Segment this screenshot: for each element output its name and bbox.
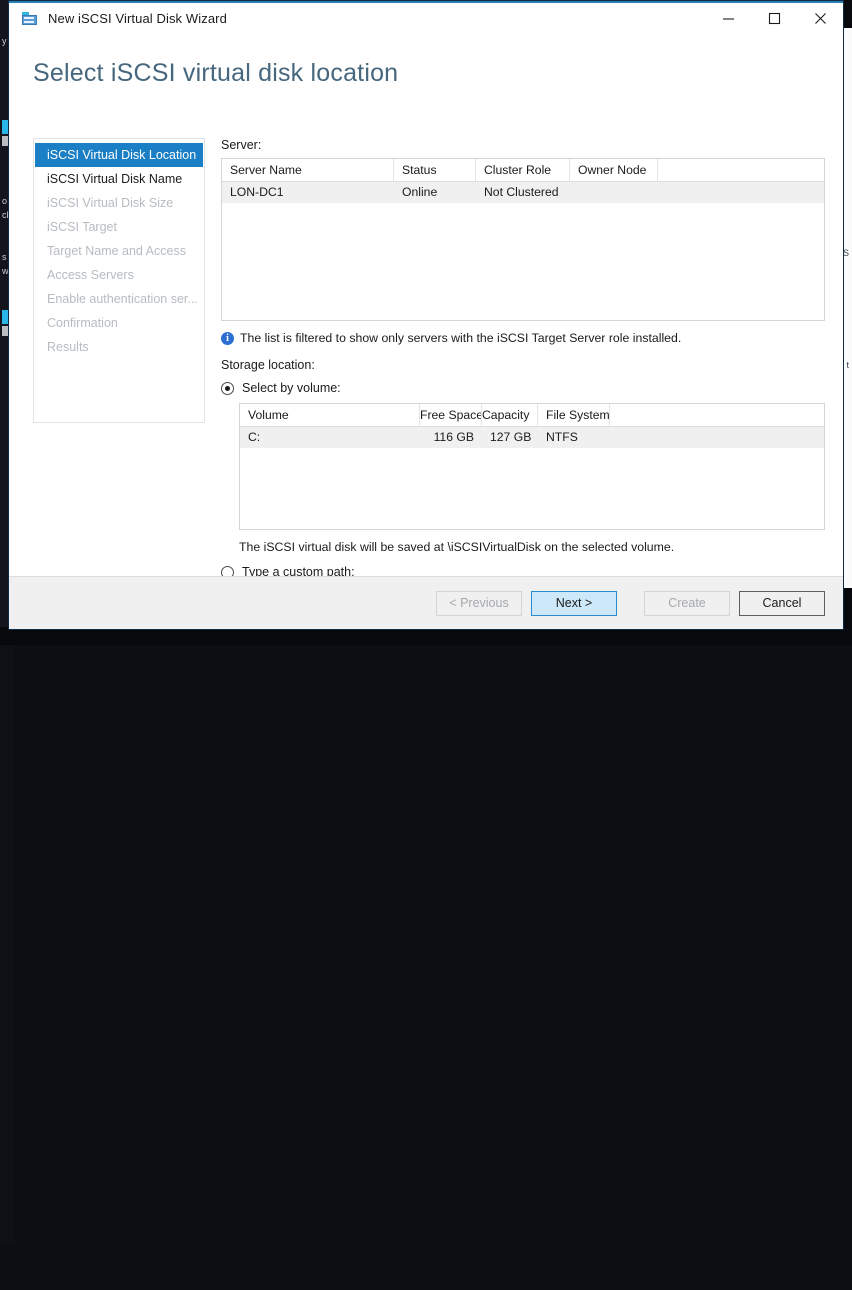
cell-status: Online xyxy=(394,182,476,203)
radio-type-custom-path[interactable]: Type a custom path: xyxy=(221,565,833,576)
cell-free-space: 116 GB xyxy=(420,427,482,448)
server-table[interactable]: Server Name Status Cluster Role Owner No… xyxy=(221,158,825,321)
column-header-blank[interactable] xyxy=(658,159,824,181)
close-icon[interactable] xyxy=(797,3,843,34)
background-left-panel xyxy=(0,645,14,1245)
window-controls xyxy=(705,3,843,34)
sidebar-item-label: Results xyxy=(47,340,89,354)
create-button[interactable]: Create xyxy=(644,591,730,616)
column-header-free-space[interactable]: Free Space xyxy=(420,404,482,426)
sidebar-item-label: iSCSI Virtual Disk Size xyxy=(47,196,173,210)
background-right-area xyxy=(0,1245,22,1290)
sidebar-item-label: Access Servers xyxy=(47,268,134,282)
wizard-step-nav: iSCSI Virtual Disk Location iSCSI Virtua… xyxy=(33,138,205,423)
cell-blank xyxy=(610,427,824,448)
sidebar-item-iscsi-virtual-disk-size: iSCSI Virtual Disk Size xyxy=(34,191,204,215)
column-header-status[interactable]: Status xyxy=(394,159,476,181)
info-icon: i xyxy=(221,332,234,345)
radio-type-custom-path-label: Type a custom path: xyxy=(242,565,355,576)
column-header-server-name[interactable]: Server Name xyxy=(222,159,394,181)
previous-button[interactable]: < Previous xyxy=(436,591,522,616)
background-text: s xyxy=(2,252,7,262)
next-button[interactable]: Next > xyxy=(531,591,617,616)
server-table-header: Server Name Status Cluster Role Owner No… xyxy=(222,159,824,182)
sidebar-item-enable-authentication: Enable authentication ser... xyxy=(34,287,204,311)
background-text: o xyxy=(2,196,7,206)
sidebar-item-label: Target Name and Access xyxy=(47,244,186,258)
info-message-text: The list is filtered to show only server… xyxy=(240,331,681,345)
cell-file-system: NTFS xyxy=(538,427,610,448)
cell-blank xyxy=(658,182,824,203)
radio-select-by-volume[interactable]: Select by volume: xyxy=(221,381,833,395)
cell-cluster-role: Not Clustered xyxy=(476,182,570,203)
radio-button-volume-icon[interactable] xyxy=(221,382,234,395)
minimize-icon[interactable] xyxy=(705,3,751,34)
info-message: i The list is filtered to show only serv… xyxy=(221,331,833,345)
iscsi-disk-icon xyxy=(21,11,39,27)
cell-owner-node xyxy=(570,182,658,203)
title-bar[interactable]: New iSCSI Virtual Disk Wizard xyxy=(9,1,843,34)
background-text: y xyxy=(2,36,7,46)
wizard-footer: < Previous Next > Create Cancel xyxy=(9,576,843,629)
cancel-button[interactable]: Cancel xyxy=(739,591,825,616)
sidebar-item-label: iSCSI Target xyxy=(47,220,117,234)
storage-location-label: Storage location: xyxy=(221,358,833,372)
wizard-window: New iSCSI Virtual Disk Wizard Select iSC… xyxy=(8,0,844,630)
sidebar-item-label: Enable authentication ser... xyxy=(47,292,198,306)
background-text: t xyxy=(846,360,849,370)
sidebar-item-confirmation: Confirmation xyxy=(34,311,204,335)
table-row[interactable]: LON-DC1 Online Not Clustered xyxy=(222,182,824,203)
column-header-blank[interactable] xyxy=(610,404,824,426)
sidebar-item-label: iSCSI Virtual Disk Name xyxy=(47,172,182,186)
radio-button-custom-path-icon[interactable] xyxy=(221,566,234,577)
column-header-volume[interactable]: Volume xyxy=(240,404,420,426)
volume-table[interactable]: Volume Free Space Capacity File System C… xyxy=(239,403,825,530)
window-title: New iSCSI Virtual Disk Wizard xyxy=(48,11,227,26)
page-title: Select iSCSI virtual disk location xyxy=(33,59,398,88)
sidebar-item-target-name-and-access: Target Name and Access xyxy=(34,239,204,263)
sidebar-item-iscsi-target: iSCSI Target xyxy=(34,215,204,239)
sidebar-item-results: Results xyxy=(34,335,204,359)
column-header-file-system[interactable]: File System xyxy=(538,404,610,426)
column-header-capacity[interactable]: Capacity xyxy=(482,404,538,426)
cell-volume: C: xyxy=(240,427,420,448)
sidebar-item-iscsi-virtual-disk-location[interactable]: iSCSI Virtual Disk Location xyxy=(35,143,203,167)
sidebar-item-label: iSCSI Virtual Disk Location xyxy=(47,148,196,162)
sidebar-item-access-servers: Access Servers xyxy=(34,263,204,287)
radio-select-by-volume-label: Select by volume: xyxy=(242,381,341,395)
column-header-cluster-role[interactable]: Cluster Role xyxy=(476,159,570,181)
maximize-icon[interactable] xyxy=(751,3,797,34)
table-row[interactable]: C: 116 GB 127 GB NTFS xyxy=(240,427,824,448)
wizard-content: Select iSCSI virtual disk location iSCSI… xyxy=(9,34,843,576)
cell-server-name: LON-DC1 xyxy=(222,182,394,203)
cell-capacity: 127 GB xyxy=(482,427,538,448)
server-label: Server: xyxy=(221,138,833,152)
volume-table-header: Volume Free Space Capacity File System xyxy=(240,404,824,427)
column-header-owner-node[interactable]: Owner Node xyxy=(570,159,658,181)
main-panel: Server: Server Name Status Cluster Role … xyxy=(221,138,833,576)
sidebar-item-label: Confirmation xyxy=(47,316,118,330)
sidebar-item-iscsi-virtual-disk-name[interactable]: iSCSI Virtual Disk Name xyxy=(34,167,204,191)
save-location-note: The iSCSI virtual disk will be saved at … xyxy=(239,540,833,554)
